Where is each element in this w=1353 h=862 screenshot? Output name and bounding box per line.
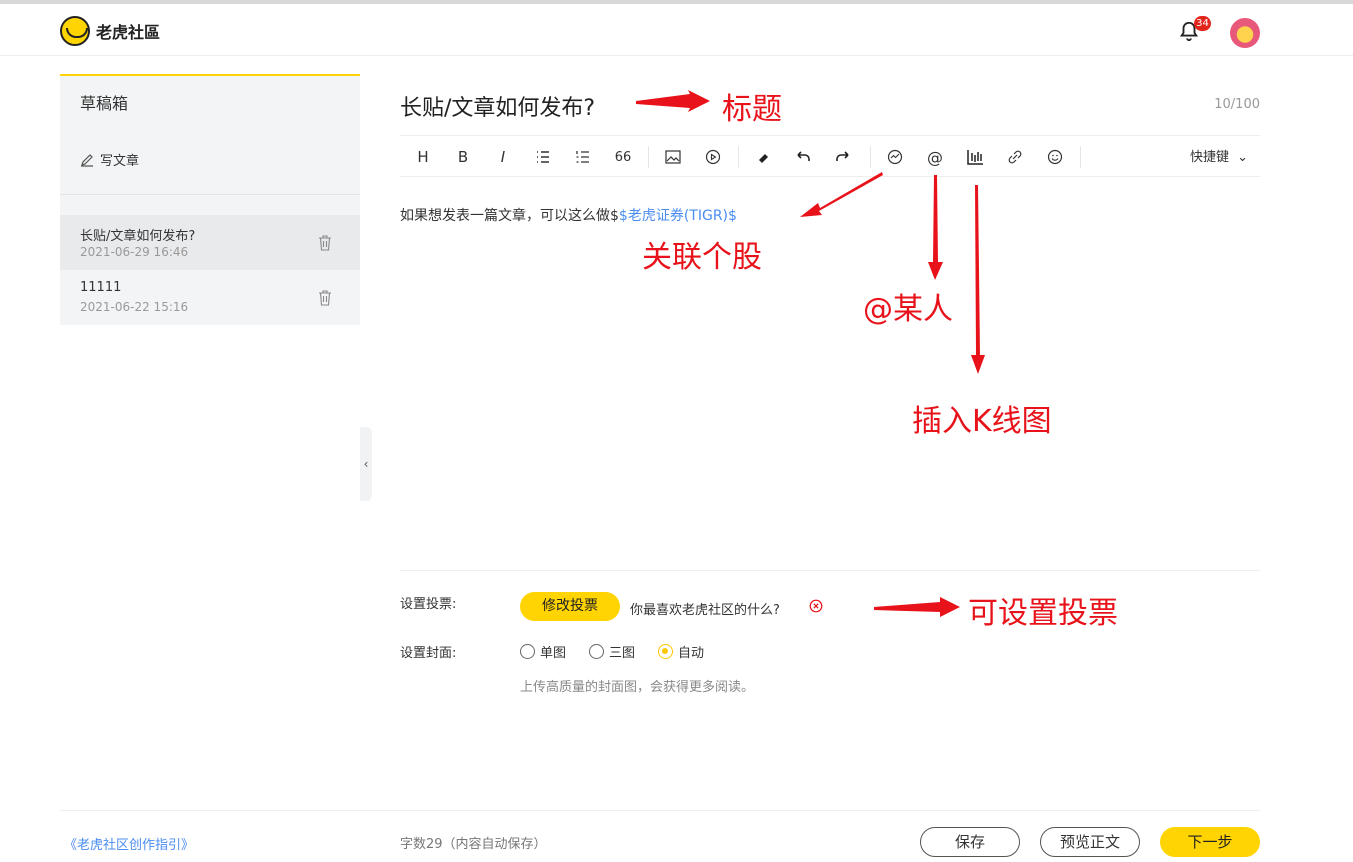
creation-guide-link[interactable]: 《老虎社区创作指引》 xyxy=(64,834,194,853)
remove-vote-icon[interactable] xyxy=(809,599,823,613)
sidebar-title: 草稿箱 xyxy=(80,94,129,113)
editor-toolbar: H B I 66 @ 快捷键 ⌄ xyxy=(400,135,1260,177)
cover-option-single[interactable]: 单图 xyxy=(520,642,566,661)
toolbar-separator xyxy=(1080,146,1081,168)
annotation-mention: @某人 xyxy=(863,292,953,327)
annotation-stock: 关联个股 xyxy=(642,240,762,275)
shortcut-label: 快捷键 xyxy=(1190,150,1230,165)
edit-vote-button[interactable]: 修改投票 xyxy=(520,592,620,621)
arrow-icon xyxy=(636,90,710,112)
write-article-label: 写文章 xyxy=(100,154,140,169)
video-icon[interactable] xyxy=(702,146,724,168)
tiger-logo-icon xyxy=(60,16,90,46)
arrow-icon xyxy=(928,175,943,280)
trash-icon[interactable] xyxy=(318,290,332,306)
bullet-list-icon[interactable] xyxy=(532,146,554,168)
vote-question: 你最喜欢老虎社区的什么? xyxy=(630,603,780,618)
eraser-icon[interactable] xyxy=(752,146,774,168)
article-title-input[interactable]: 长贴/文章如何发布? xyxy=(400,90,595,122)
logo[interactable]: 老虎社區 xyxy=(60,16,160,46)
cover-option-label: 单图 xyxy=(540,646,567,661)
stock-icon[interactable] xyxy=(884,146,906,168)
chevron-left-icon: ‹ xyxy=(363,457,369,471)
save-button[interactable]: 保存 xyxy=(920,827,1020,857)
draft-date: 2021-06-29 16:46 xyxy=(80,245,189,259)
shortcut-dropdown[interactable]: 快捷键 ⌄ xyxy=(1190,146,1248,165)
draft-title: 11111 xyxy=(80,280,122,295)
word-count: 字数29（内容自动保存） xyxy=(400,837,547,852)
arrow-icon xyxy=(971,185,985,374)
quote-icon[interactable]: 66 xyxy=(612,146,634,168)
cover-option-label: 自动 xyxy=(678,646,705,661)
numbered-list-icon[interactable] xyxy=(572,146,594,168)
vote-label: 设置投票: xyxy=(400,597,457,612)
editor-text: 如果想发表一篇文章，可以这么做$ xyxy=(400,208,619,224)
header: 老虎社區 34 xyxy=(0,4,1353,56)
emoji-icon[interactable] xyxy=(1044,146,1066,168)
draft-item[interactable]: 长贴/文章如何发布? 2021-06-29 16:46 xyxy=(60,215,360,270)
arrow-icon xyxy=(800,172,883,217)
draft-item[interactable]: 11111 2021-06-22 15:16 xyxy=(60,270,360,325)
draft-date: 2021-06-22 15:16 xyxy=(80,300,189,314)
drafts-sidebar: 草稿箱 写文章 长贴/文章如何发布? 2021-06-29 16:46 1111… xyxy=(60,74,360,325)
stock-tag[interactable]: $老虎证券(TIGR)$ xyxy=(619,208,737,224)
chevron-down-icon: ⌄ xyxy=(1237,150,1249,165)
annotation-vote: 可设置投票 xyxy=(968,596,1118,631)
draft-title: 长贴/文章如何发布? xyxy=(80,229,196,244)
footer-divider xyxy=(60,810,1260,811)
redo-icon[interactable] xyxy=(832,146,854,168)
settings-divider xyxy=(400,570,1260,571)
pencil-icon xyxy=(81,153,93,167)
title-char-count: 10/100 xyxy=(1214,97,1260,112)
arrow-icon xyxy=(874,597,960,617)
link-icon[interactable] xyxy=(1004,146,1026,168)
image-icon[interactable] xyxy=(662,146,684,168)
toolbar-separator xyxy=(738,146,739,168)
avatar[interactable] xyxy=(1230,18,1260,48)
trash-icon[interactable] xyxy=(318,235,332,251)
cover-option-auto[interactable]: 自动 xyxy=(658,642,704,661)
radio-icon xyxy=(589,644,604,659)
toolbar-separator xyxy=(648,146,649,168)
sidebar-divider xyxy=(60,194,360,195)
cover-option-triple[interactable]: 三图 xyxy=(589,642,635,661)
bold-icon[interactable]: B xyxy=(452,146,474,168)
annotation-kline: 插入K线图 xyxy=(912,404,1052,439)
logo-text: 老虎社區 xyxy=(96,23,161,42)
italic-icon[interactable]: I xyxy=(492,146,514,168)
write-article-button[interactable]: 写文章 xyxy=(80,150,139,169)
editor-content[interactable]: 如果想发表一篇文章，可以这么做$$老虎证券(TIGR)$ xyxy=(400,205,737,225)
mention-icon[interactable]: @ xyxy=(924,146,946,168)
toolbar-separator xyxy=(870,146,871,168)
kline-chart-icon[interactable] xyxy=(964,146,986,168)
heading-icon[interactable]: H xyxy=(412,146,434,168)
cover-option-label: 三图 xyxy=(609,646,636,661)
cover-label: 设置封面: xyxy=(400,646,457,661)
preview-button[interactable]: 预览正文 xyxy=(1040,827,1140,857)
next-step-button[interactable]: 下一步 xyxy=(1160,827,1260,857)
cover-hint: 上传高质量的封面图，会获得更多阅读。 xyxy=(520,680,755,695)
radio-icon xyxy=(520,644,535,659)
undo-icon[interactable] xyxy=(792,146,814,168)
notification-badge: 34 xyxy=(1194,16,1211,31)
annotation-title: 标题 xyxy=(722,92,782,127)
radio-checked-icon xyxy=(658,644,673,659)
collapse-sidebar-tab[interactable]: ‹ xyxy=(360,427,372,501)
